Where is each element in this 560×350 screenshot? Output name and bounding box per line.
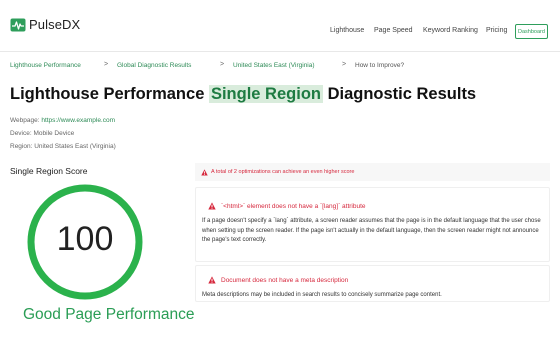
dashboard-button[interactable]: Dashboard xyxy=(515,24,548,39)
breadcrumb-item-global-results[interactable]: Global Diagnostic Results xyxy=(117,62,191,69)
warning-icon xyxy=(208,202,216,210)
score-label: Single Region Score xyxy=(10,166,88,176)
optimization-description: If a page doesn't specify a `lang` attri… xyxy=(202,218,541,243)
breadcrumb-separator: > xyxy=(220,61,225,68)
brand-name: PulseDX xyxy=(29,17,81,32)
region-detail: Region: United States East (Virginia) xyxy=(10,143,116,150)
nav-keyword-ranking[interactable]: Keyword Ranking xyxy=(423,27,478,34)
nav-page-speed[interactable]: Page Speed xyxy=(374,27,413,34)
optimizations-banner: A total of 2 optimizations can achieve a… xyxy=(195,163,550,181)
nav-pricing[interactable]: Pricing xyxy=(486,27,507,34)
brand-logo[interactable]: PulseDX xyxy=(10,17,80,32)
optimization-title-text: Document does not have a meta descriptio… xyxy=(221,276,349,284)
optimizations-banner-text: A total of 2 optimizations can achieve a… xyxy=(211,169,355,175)
nav-lighthouse[interactable]: Lighthouse xyxy=(330,27,364,34)
page-title-suffix: Diagnostic Results xyxy=(327,85,477,103)
warning-icon xyxy=(208,276,216,284)
breadcrumb-separator: > xyxy=(104,61,109,68)
optimization-card: `<html>` element does not have a `[lang]… xyxy=(195,187,550,262)
performance-status: Good Page Performance xyxy=(23,306,195,323)
breadcrumb-item-region[interactable]: United States East (Virginia) xyxy=(233,62,315,69)
optimization-title-text: `<html>` element does not have a `[lang]… xyxy=(221,202,366,210)
breadcrumb-separator: > xyxy=(342,61,347,68)
pulse-logo-icon xyxy=(10,18,26,31)
breadcrumb-item-lighthouse[interactable]: Lighthouse Performance xyxy=(10,62,81,69)
webpage-link[interactable]: https://www.example.com xyxy=(41,117,115,124)
warning-icon xyxy=(201,168,208,176)
breadcrumb-current: How to Improve? xyxy=(355,62,405,69)
device-detail: Device: Mobile Device xyxy=(10,130,75,137)
score-value: 100 xyxy=(56,220,114,258)
top-header: PulseDX Lighthouse Page Speed Keyword Ra… xyxy=(0,0,560,52)
optimization-description: Meta descriptions may be included in sea… xyxy=(202,292,442,298)
webpage-detail: Webpage: https://www.example.com xyxy=(10,117,115,124)
optimization-title: `<html>` element does not have a `[lang]… xyxy=(208,202,366,210)
page-title: Lighthouse Performance Single Region Dia… xyxy=(10,85,476,104)
page-title-highlight: Single Region xyxy=(208,85,323,103)
optimization-card: Document does not have a meta descriptio… xyxy=(195,265,550,302)
optimization-title: Document does not have a meta descriptio… xyxy=(208,276,348,284)
page-title-prefix: Lighthouse Performance xyxy=(10,85,205,103)
webpage-label: Webpage: xyxy=(10,117,40,124)
